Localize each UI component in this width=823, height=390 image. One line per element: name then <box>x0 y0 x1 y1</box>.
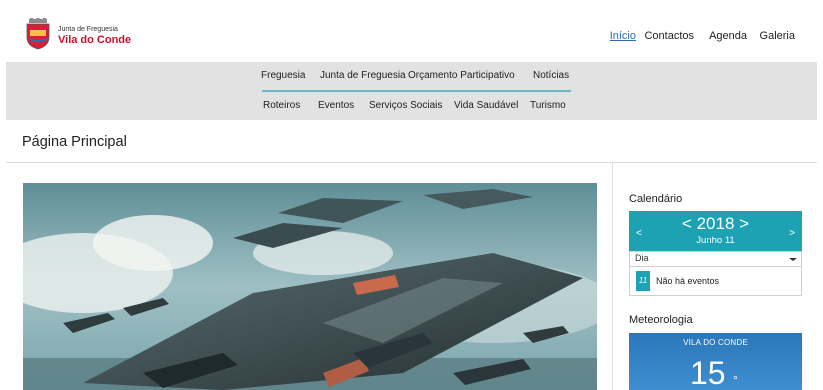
page-title: Página Principal <box>22 134 127 150</box>
calendar-year[interactable]: < 2018 > <box>629 215 802 233</box>
main-menu-row-2: Roteiros Eventos Serviços Sociais Vida S… <box>6 100 817 116</box>
calendar-month-day: Junho 11 <box>696 235 735 246</box>
weather-temperature: 15 <box>690 355 726 390</box>
menu-item-vida-saudavel[interactable]: Vida Saudável <box>454 100 518 111</box>
site-header: Junta de Freguesia Vila do Conde Início … <box>0 0 823 62</box>
topnav-contactos[interactable]: Contactos <box>644 30 694 42</box>
topnav-agenda[interactable]: Agenda <box>709 30 747 42</box>
brand-title: Vila do Conde <box>58 34 132 46</box>
sidebar-divider <box>612 163 613 390</box>
calendar-next-button[interactable]: > <box>789 228 795 239</box>
main-menu-band: Freguesia Junta de Freguesia Orçamento P… <box>6 62 817 120</box>
menu-item-eventos[interactable]: Eventos <box>318 100 354 111</box>
topnav-galeria[interactable]: Galeria <box>760 30 795 42</box>
calendar-heading: Calendário <box>629 193 683 205</box>
weather-degree-unit: ° <box>733 373 738 387</box>
menu-item-freguesia[interactable]: Freguesia <box>261 70 305 81</box>
calendar-view-select[interactable]: Dia <box>629 251 802 267</box>
brand-subtitle: Junta de Freguesia <box>58 26 118 33</box>
hero-image <box>23 183 597 390</box>
event-day-badge: 11 <box>636 271 650 291</box>
chevron-down-icon <box>789 258 797 261</box>
weather-heading: Meteorologia <box>629 314 693 326</box>
calendar-header: < < 2018 > Junho 11 > <box>629 211 802 251</box>
calendar-event-item: 11 Não há eventos <box>629 266 802 296</box>
weather-location: VILA DO CONDE <box>683 338 748 347</box>
brand-name[interactable]: Junta de Freguesia Vila do Conde <box>58 26 131 47</box>
main-menu-row-1: Freguesia Junta de Freguesia Orçamento P… <box>6 70 817 86</box>
menu-item-turismo[interactable]: Turismo <box>530 100 566 111</box>
menu-item-roteiros[interactable]: Roteiros <box>263 100 300 111</box>
menu-item-noticias[interactable]: Notícias <box>533 70 569 81</box>
menu-item-orcamento-participativo[interactable]: Orçamento Participativo <box>408 70 515 81</box>
menu-divider <box>262 90 571 92</box>
coat-of-arms-logo[interactable] <box>23 18 53 50</box>
sci-fi-aircraft-illustration <box>23 183 597 390</box>
topnav-inicio[interactable]: Início <box>610 30 636 42</box>
title-divider <box>6 162 817 163</box>
menu-item-servicos-sociais[interactable]: Serviços Sociais <box>369 100 442 111</box>
weather-widget[interactable]: VILA DO CONDE 15 ° <box>629 333 802 390</box>
calendar-view-value: Dia <box>635 253 649 263</box>
event-text: Não há eventos <box>656 276 720 286</box>
menu-item-junta-de-freguesia[interactable]: Junta de Freguesia <box>320 70 406 81</box>
